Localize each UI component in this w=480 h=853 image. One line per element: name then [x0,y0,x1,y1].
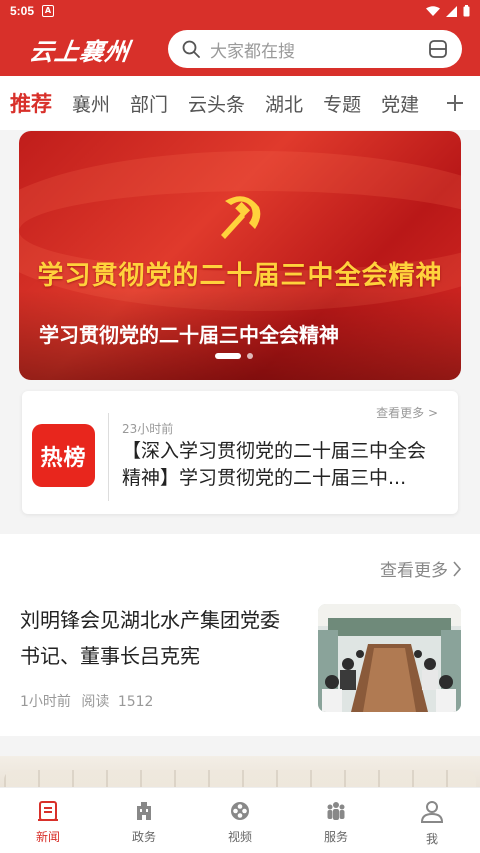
meeting-photo [318,604,461,712]
app-header: 云上襄州 大家都在搜 [0,22,480,76]
hot-more-link[interactable]: 查看更多 > [376,404,438,421]
banner-carousel[interactable]: 学习贯彻党的二十届三中全会精神 学习贯彻党的二十届三中全会精神 [19,131,461,380]
nav-video-label: 视频 [227,830,252,844]
wifi-icon [426,5,440,16]
search-icon [182,40,200,58]
news-more-label: 查看更多 [380,561,448,581]
scan-icon[interactable] [428,39,448,59]
news-section: 查看更多 刘明锋会见湖北水产集团党委书记、董事长吕克宪 1小时前 阅读 1512 [0,534,480,736]
tab-cloud-headlines[interactable]: 云头条 [188,90,245,117]
carousel-dot [247,353,253,359]
news-time: 1小时前 [20,694,71,710]
tab-recommend[interactable]: 推荐 [10,88,52,118]
nav-news[interactable]: 新闻 [0,788,96,853]
tab-departments[interactable]: 部门 [130,90,168,117]
search-placeholder: 大家都在搜 [210,41,295,62]
app-logo: 云上襄州 [27,37,132,66]
carousel-dot [215,353,241,359]
tab-party-building[interactable]: 党建 [381,90,419,117]
status-bar: 5:05 A [0,0,480,22]
news-title[interactable]: 刘明锋会见湖北水产集团党委书记、董事长吕克宪 [20,602,295,674]
nav-service[interactable]: 服务 [288,788,384,853]
nav-me[interactable]: 我 [384,788,480,853]
tab-topics[interactable]: 专题 [323,90,361,117]
signal-icon [446,5,457,17]
video-reel-icon [231,802,249,820]
party-emblem-icon [221,196,261,239]
nav-video[interactable]: 视频 [192,788,288,853]
news-read-label: 阅读 [81,694,110,710]
nav-service-label: 服务 [323,830,348,844]
channel-tabs: 推荐 襄州 部门 云头条 湖北 专题 党建 [0,76,480,130]
people-service-icon [327,802,345,820]
nav-government-label: 政务 [131,830,156,844]
search-bar[interactable]: 大家都在搜 [168,30,462,68]
tab-hubei[interactable]: 湖北 [265,90,303,117]
hot-list-logo: 热榜 [32,424,95,487]
news-meta: 1小时前 阅读 1512 [20,691,153,711]
user-icon [420,801,444,823]
hot-time: 23小时前 [122,422,174,436]
banner-caption: 学习贯彻党的二十届三中全会精神 [39,323,339,347]
bottom-navigation: 新闻 政务 视频 服务 我 [0,787,480,853]
hot-list-card[interactable]: 热榜 查看更多 > 23小时前 【深入学习贯彻党的二十届三中全会精神】学习贯彻党… [22,391,458,514]
battery-icon [463,5,470,17]
government-building-icon [137,802,151,820]
status-icons [426,5,470,17]
app-notification-icon: A [42,5,55,17]
tab-xiangzhou[interactable]: 襄州 [72,90,110,117]
add-channel-button[interactable] [428,76,480,130]
news-read-count: 1512 [117,694,154,710]
divider [108,413,109,501]
news-more-link[interactable]: 查看更多 [380,556,462,581]
news-thumbnail[interactable] [318,604,461,712]
chevron-right-icon [453,560,462,577]
nav-news-label: 新闻 [35,830,60,844]
nav-me-label: 我 [425,832,438,846]
plus-icon [447,95,463,111]
hot-headline[interactable]: 【深入学习贯彻党的二十届三中全会精神】学习贯彻党的二十届三中... [122,438,442,492]
nav-government[interactable]: 政务 [96,788,192,853]
status-time: 5:05 [10,4,35,18]
banner-gold-title: 学习贯彻党的二十届三中全会精神 [37,261,443,291]
news-icon [38,801,58,821]
carousel-indicator [215,353,253,359]
